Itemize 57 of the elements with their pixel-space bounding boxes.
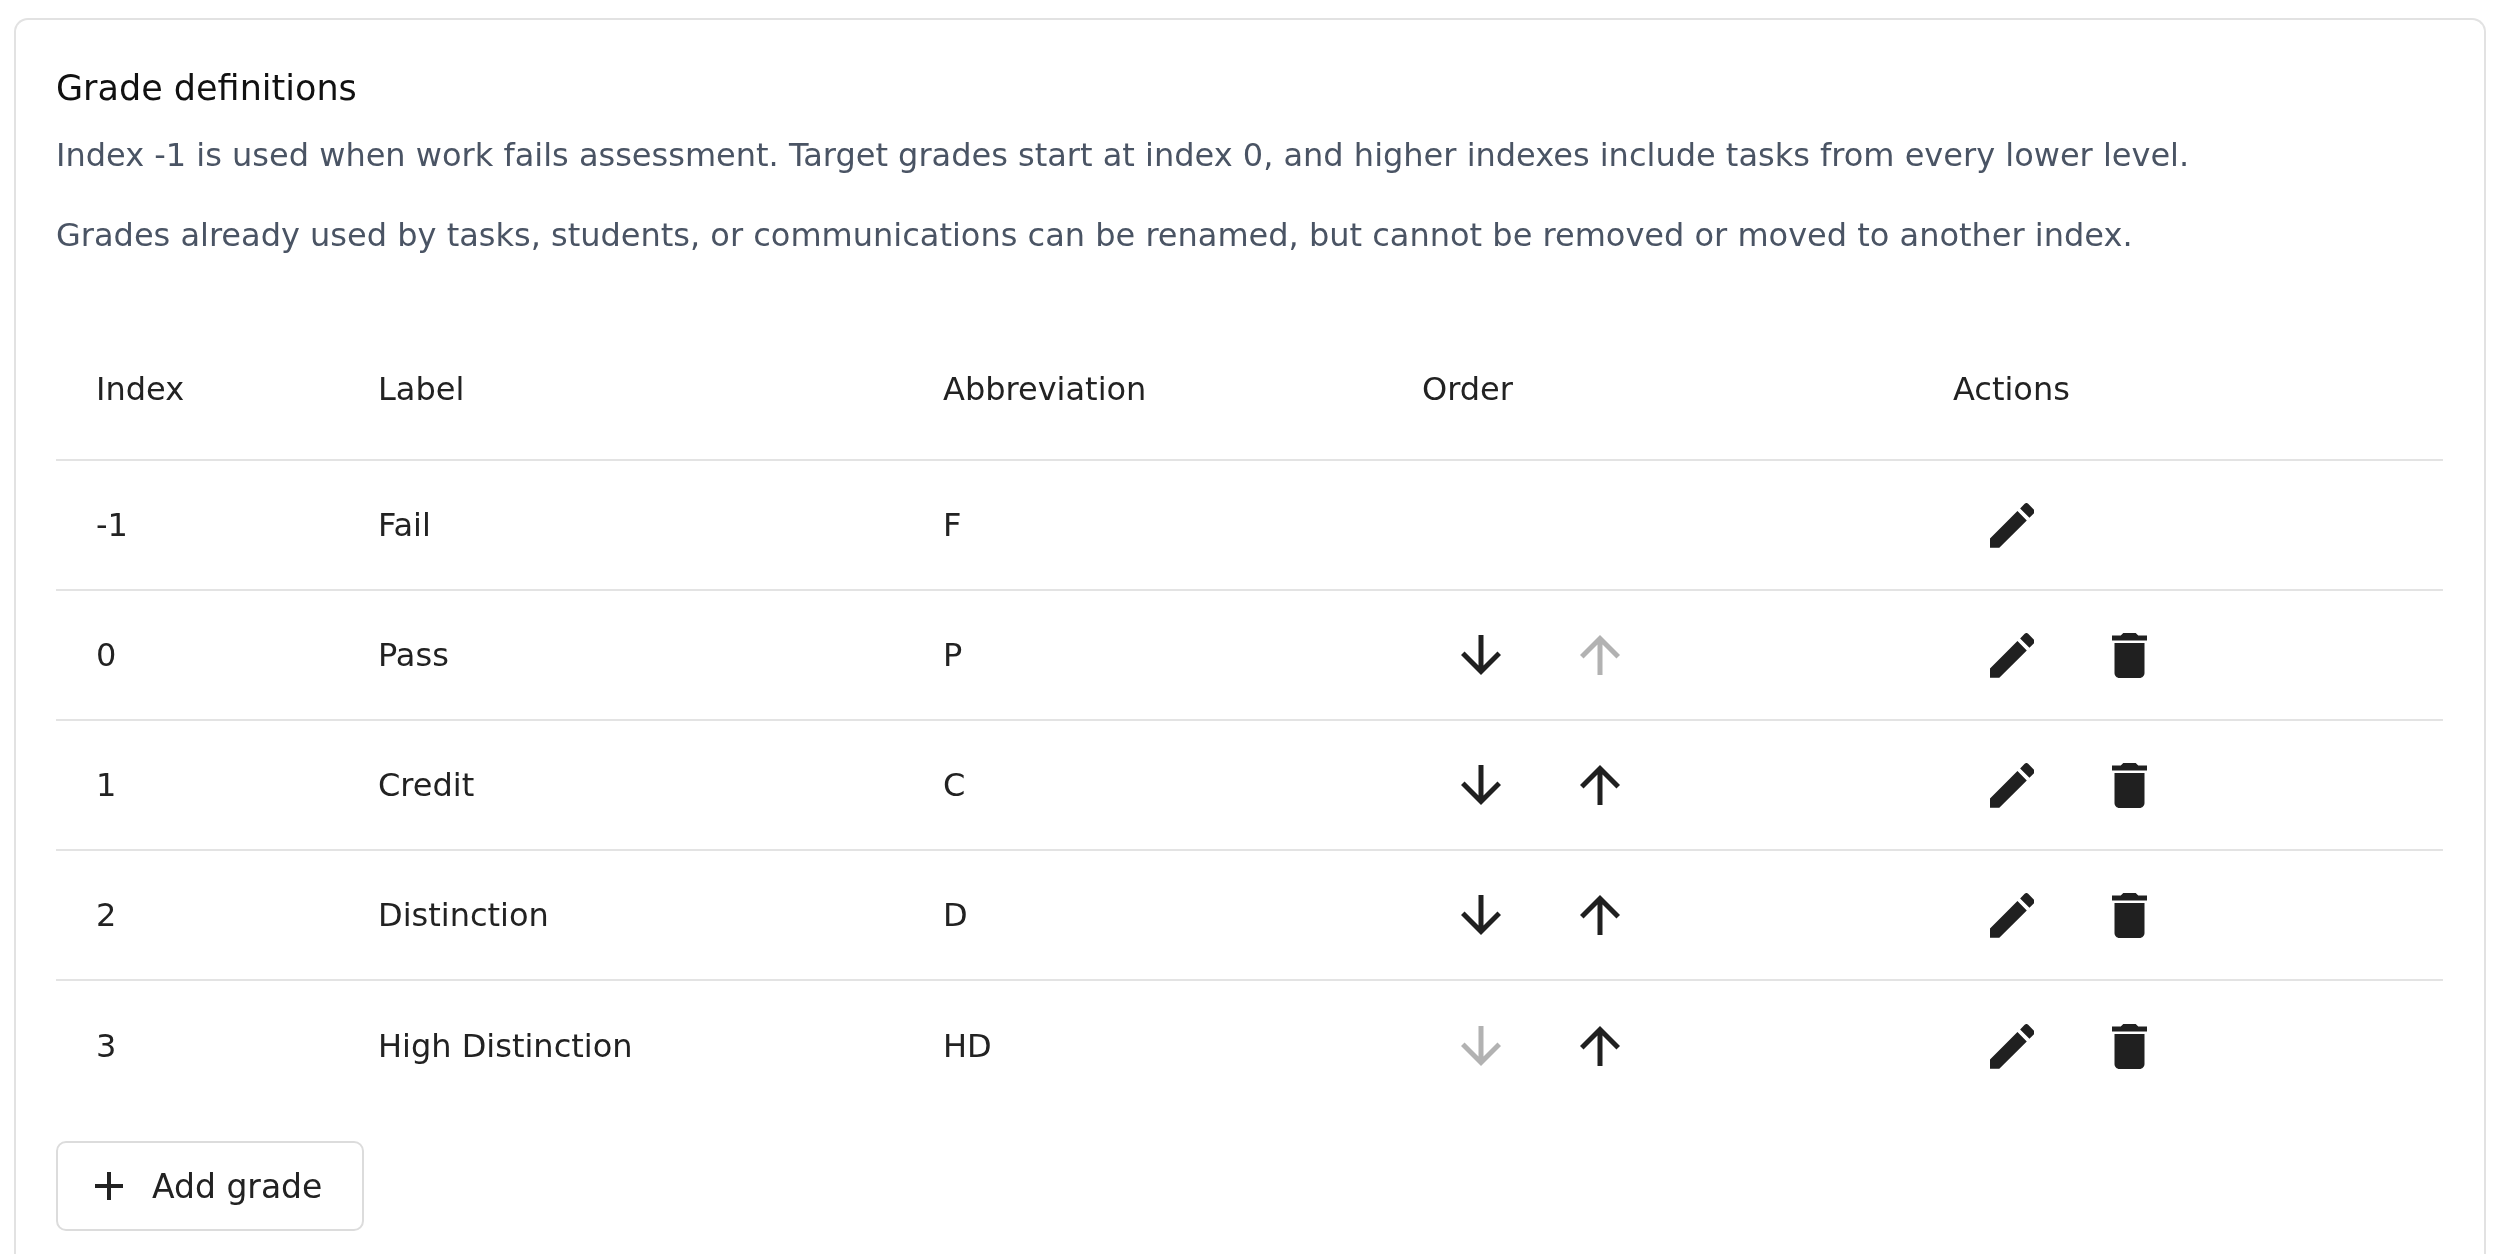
trash-icon bbox=[2112, 1023, 2147, 1069]
pencil-icon bbox=[1990, 632, 2034, 678]
pencil-icon bbox=[1990, 892, 2034, 938]
section-title: Grade definitions bbox=[56, 67, 357, 110]
edit-button[interactable] bbox=[1990, 502, 2034, 548]
description-text: Index -1 is used when work fails assessment. Target grades start at index 0, and higher indexes include tasks from every lower level. bbox=[56, 135, 2190, 176]
move-down-button[interactable] bbox=[1461, 635, 1501, 675]
table-cell: Pass bbox=[378, 636, 449, 674]
column-header: Index bbox=[96, 370, 185, 408]
arrow-down-icon bbox=[1461, 765, 1501, 805]
table-cell: 2 bbox=[96, 896, 117, 934]
table-cell: C bbox=[943, 766, 966, 804]
add-grade-button[interactable]: Add grade bbox=[56, 1141, 365, 1231]
table-cell: F bbox=[943, 506, 962, 544]
table-cell: Credit bbox=[378, 766, 475, 804]
table-cell: High Distinction bbox=[378, 1027, 633, 1065]
edit-button[interactable] bbox=[1990, 1023, 2034, 1069]
delete-button[interactable] bbox=[2112, 892, 2147, 938]
column-header: Abbreviation bbox=[943, 370, 1147, 408]
move-down-button[interactable] bbox=[1461, 765, 1501, 805]
arrow-up-icon bbox=[1580, 635, 1620, 675]
edit-button[interactable] bbox=[1990, 892, 2034, 938]
delete-button[interactable] bbox=[2112, 632, 2147, 678]
delete-button[interactable] bbox=[2112, 762, 2147, 808]
table-cell: 1 bbox=[96, 766, 117, 804]
move-down-button[interactable] bbox=[1461, 895, 1501, 935]
move-up-button[interactable] bbox=[1580, 1026, 1620, 1066]
table-cell: D bbox=[943, 896, 968, 934]
plus-icon bbox=[95, 1172, 123, 1200]
edit-button[interactable] bbox=[1990, 632, 2034, 678]
table-cell: HD bbox=[943, 1027, 992, 1065]
arrow-down-icon bbox=[1461, 635, 1501, 675]
delete-button[interactable] bbox=[2112, 1023, 2147, 1069]
table-cell: 0 bbox=[96, 636, 117, 674]
pencil-icon bbox=[1990, 502, 2034, 548]
description-text: Grades already used by tasks, students, or communications can be renamed, but cannot be removed or moved to another index. bbox=[56, 215, 2133, 256]
move-up-button[interactable] bbox=[1580, 765, 1620, 805]
arrow-down-icon bbox=[1461, 1026, 1501, 1066]
column-header: Label bbox=[378, 370, 465, 408]
arrow-down-icon bbox=[1461, 895, 1501, 935]
table-cell: P bbox=[943, 636, 963, 674]
pencil-icon bbox=[1990, 762, 2034, 808]
table-cell: Fail bbox=[378, 506, 431, 544]
trash-icon bbox=[2112, 892, 2147, 938]
move-up-button[interactable] bbox=[1580, 895, 1620, 935]
trash-icon bbox=[2112, 762, 2147, 808]
table-cell: 3 bbox=[96, 1027, 117, 1065]
column-header: Order bbox=[1422, 370, 1513, 408]
trash-icon bbox=[2112, 632, 2147, 678]
edit-button[interactable] bbox=[1990, 762, 2034, 808]
arrow-up-icon bbox=[1580, 895, 1620, 935]
column-header: Actions bbox=[1953, 370, 2070, 408]
pencil-icon bbox=[1990, 1023, 2034, 1069]
table-cell: -1 bbox=[96, 506, 128, 544]
arrow-up-icon bbox=[1580, 1026, 1620, 1066]
arrow-up-icon bbox=[1580, 765, 1620, 805]
table-cell: Distinction bbox=[378, 896, 549, 934]
